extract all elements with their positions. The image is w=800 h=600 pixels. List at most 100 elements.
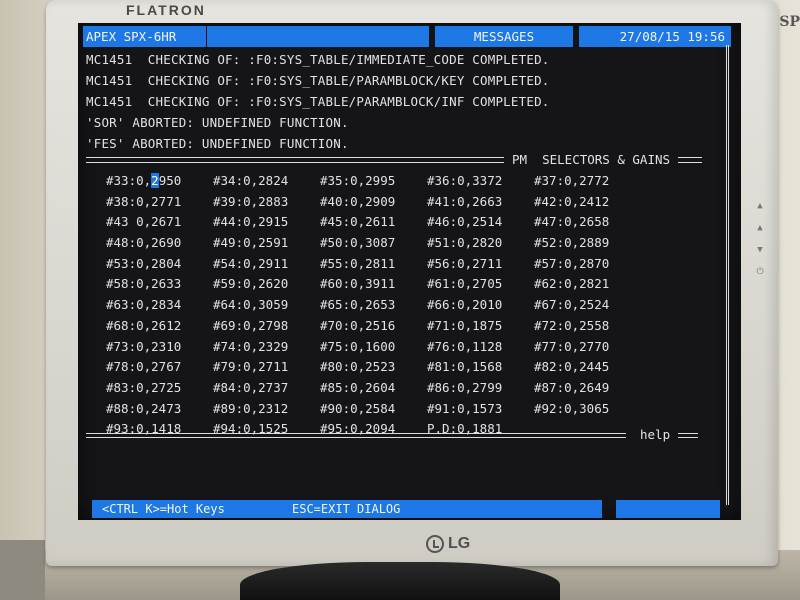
gain-cell[interactable]: #84:0,2737 <box>213 378 320 399</box>
gain-cell[interactable]: #76:0,1128 <box>427 337 534 358</box>
gain-cell[interactable]: #73:0,2310 <box>106 337 213 358</box>
gain-cell[interactable]: #85:0,2604 <box>320 378 427 399</box>
gain-cell[interactable]: #60:0,3911 <box>320 274 427 295</box>
gain-cell[interactable]: #67:0,2524 <box>534 295 641 316</box>
table-row: #58:0,2633 #59:0,2620 #60:0,3911 #61:0,2… <box>106 274 641 295</box>
gain-cell[interactable]: #82:0,2445 <box>534 357 641 378</box>
up-button-icon[interactable]: ▲ <box>757 222 762 234</box>
gain-cell[interactable]: #52:0,2889 <box>534 233 641 254</box>
table-row: #68:0,2612 #69:0,2798 #70:0,2516 #71:0,1… <box>106 316 641 337</box>
gain-cell[interactable]: #81:0,1568 <box>427 357 534 378</box>
frame-right-border <box>726 45 729 505</box>
gain-cell[interactable]: #41:0,2663 <box>427 192 534 213</box>
gain-cell[interactable]: #48:0,2690 <box>106 233 213 254</box>
gain-cell[interactable]: #35:0,2995 <box>320 171 427 192</box>
gain-cell[interactable]: #87:0,2649 <box>534 378 641 399</box>
gain-cell[interactable]: #61:0,2705 <box>427 274 534 295</box>
table-row: #63:0,2834 #64:0,3059 #65:0,2653 #66:0,2… <box>106 295 641 316</box>
down-button-icon[interactable]: ▼ <box>757 244 762 256</box>
monitor-logo-text: LG <box>448 535 471 552</box>
gain-cell[interactable]: #75:0,1600 <box>320 337 427 358</box>
title-bar: APEX SPX-6HR MESSAGES 27/08/15 19:56 <box>83 26 731 47</box>
terminal-screen: APEX SPX-6HR MESSAGES 27/08/15 19:56 MC1… <box>78 23 741 520</box>
gain-cell[interactable]: #44:0,2915 <box>213 212 320 233</box>
gain-cell[interactable]: #56:0,2711 <box>427 254 534 275</box>
message-line: MC1451 CHECKING OF: :F0:SYS_TABLE/IMMEDI… <box>86 52 550 67</box>
divider-line <box>678 432 699 438</box>
datetime: 27/08/15 19:56 <box>579 26 731 47</box>
gain-cell[interactable]: #62:0,2821 <box>534 274 641 295</box>
help-label[interactable]: help <box>640 425 670 445</box>
gain-cell[interactable]: #63:0,2834 <box>106 295 213 316</box>
power-button-icon[interactable]: ⏻ <box>756 266 763 278</box>
gain-cell[interactable]: #38:0,2771 <box>106 192 213 213</box>
gain-cell[interactable]: #42:0,2412 <box>534 192 641 213</box>
gain-cell[interactable]: #91:0,1573 <box>427 399 534 420</box>
gain-cell[interactable]: #54:0,2911 <box>213 254 320 275</box>
desk-object <box>0 540 45 600</box>
table-row: #43 0,2671 #44:0,2915 #45:0,2611 #46:0,2… <box>106 212 641 233</box>
gain-cell[interactable]: #90:0,2584 <box>320 399 427 420</box>
divider-line <box>86 157 504 163</box>
gain-cell[interactable]: #77:0,2770 <box>534 337 641 358</box>
table-row: #48:0,2690 #49:0,2591 #50:0,3087 #51:0,2… <box>106 233 641 254</box>
gain-cell[interactable]: #71:0,1875 <box>427 316 534 337</box>
message-log: MC1451 CHECKING OF: :F0:SYS_TABLE/IMMEDI… <box>86 50 726 155</box>
gain-cell[interactable]: #86:0,2799 <box>427 378 534 399</box>
gain-cell[interactable]: #37:0,2772 <box>534 171 641 192</box>
gain-cell[interactable]: #79:0,2711 <box>213 357 320 378</box>
app-title: APEX SPX-6HR <box>83 26 206 47</box>
gain-cell-cursor[interactable]: #33:0,2950 <box>106 171 213 192</box>
gain-cell[interactable]: #59:0,2620 <box>213 274 320 295</box>
gain-cell[interactable]: #39:0,2883 <box>213 192 320 213</box>
gain-cell[interactable]: #47:0,2658 <box>534 212 641 233</box>
gain-cell[interactable]: #78:0,2767 <box>106 357 213 378</box>
gain-cell[interactable]: #89:0,2312 <box>213 399 320 420</box>
gain-cell[interactable]: #80:0,2523 <box>320 357 427 378</box>
gain-cell[interactable]: #66:0,2010 <box>427 295 534 316</box>
monitor-brand: FLATRON <box>126 2 206 18</box>
message-line: 'SOR' ABORTED: UNDEFINED FUNCTION. <box>86 115 349 130</box>
gain-cell[interactable]: #83:0,2725 <box>106 378 213 399</box>
gain-cell[interactable]: #64:0,3059 <box>213 295 320 316</box>
monitor-logo: LG <box>426 532 470 556</box>
gain-cell[interactable]: #57:0,2870 <box>534 254 641 275</box>
monitor-side-controls: ▲ ▲ ▼ ⏻ <box>750 200 770 340</box>
message-line: MC1451 CHECKING OF: :F0:SYS_TABLE/PARAMB… <box>86 73 550 88</box>
table-row: #83:0,2725 #84:0,2737 #85:0,2604 #86:0,2… <box>106 378 641 399</box>
status-bar-right-block <box>616 500 720 518</box>
gain-cell[interactable]: #68:0,2612 <box>106 316 213 337</box>
gain-cell[interactable]: #88:0,2473 <box>106 399 213 420</box>
table-row: #78:0,2767 #79:0,2711 #80:0,2523 #81:0,1… <box>106 357 641 378</box>
message-line: MC1451 CHECKING OF: :F0:SYS_TABLE/PARAMB… <box>86 94 550 109</box>
gain-cell[interactable]: #36:0,3372 <box>427 171 534 192</box>
gain-cell[interactable]: #92:0,3065 <box>534 399 641 420</box>
panel-title: MESSAGES <box>435 26 573 47</box>
help-section-header: help <box>86 425 726 445</box>
gain-cell[interactable]: #46:0,2514 <box>427 212 534 233</box>
gain-cell[interactable]: #69:0,2798 <box>213 316 320 337</box>
exit-dialog-hint[interactable]: ESC=EXIT DIALOG <box>292 500 400 518</box>
gain-cell[interactable]: #70:0,2516 <box>320 316 427 337</box>
gain-cell[interactable]: #45:0,2611 <box>320 212 427 233</box>
gain-cell[interactable]: #55:0,2811 <box>320 254 427 275</box>
divider-line <box>678 157 703 163</box>
gain-cell[interactable]: #58:0,2633 <box>106 274 213 295</box>
gains-table: #33:0,2950 #34:0,2824 #35:0,2995 #36:0,3… <box>106 171 641 440</box>
gain-cell[interactable]: #51:0,2820 <box>427 233 534 254</box>
gain-cell[interactable]: #65:0,2653 <box>320 295 427 316</box>
side-text: SP <box>779 14 800 30</box>
gain-cell[interactable]: #43 0,2671 <box>106 212 213 233</box>
divider-line <box>86 432 626 438</box>
gain-cell[interactable]: #40:0,2909 <box>320 192 427 213</box>
gain-cell[interactable]: #49:0,2591 <box>213 233 320 254</box>
gain-cell[interactable]: #50:0,3087 <box>320 233 427 254</box>
gain-cell[interactable]: #34:0,2824 <box>213 171 320 192</box>
title-bar-filler <box>207 26 429 47</box>
table-row: #73:0,2310 #74:0,2329 #75:0,1600 #76:0,1… <box>106 337 641 358</box>
gain-cell[interactable]: #72:0,2558 <box>534 316 641 337</box>
gain-cell[interactable]: #74:0,2329 <box>213 337 320 358</box>
menu-button-icon[interactable]: ▲ <box>757 200 762 212</box>
gain-cell[interactable]: #53:0,2804 <box>106 254 213 275</box>
table-row: #33:0,2950 #34:0,2824 #35:0,2995 #36:0,3… <box>106 171 641 192</box>
